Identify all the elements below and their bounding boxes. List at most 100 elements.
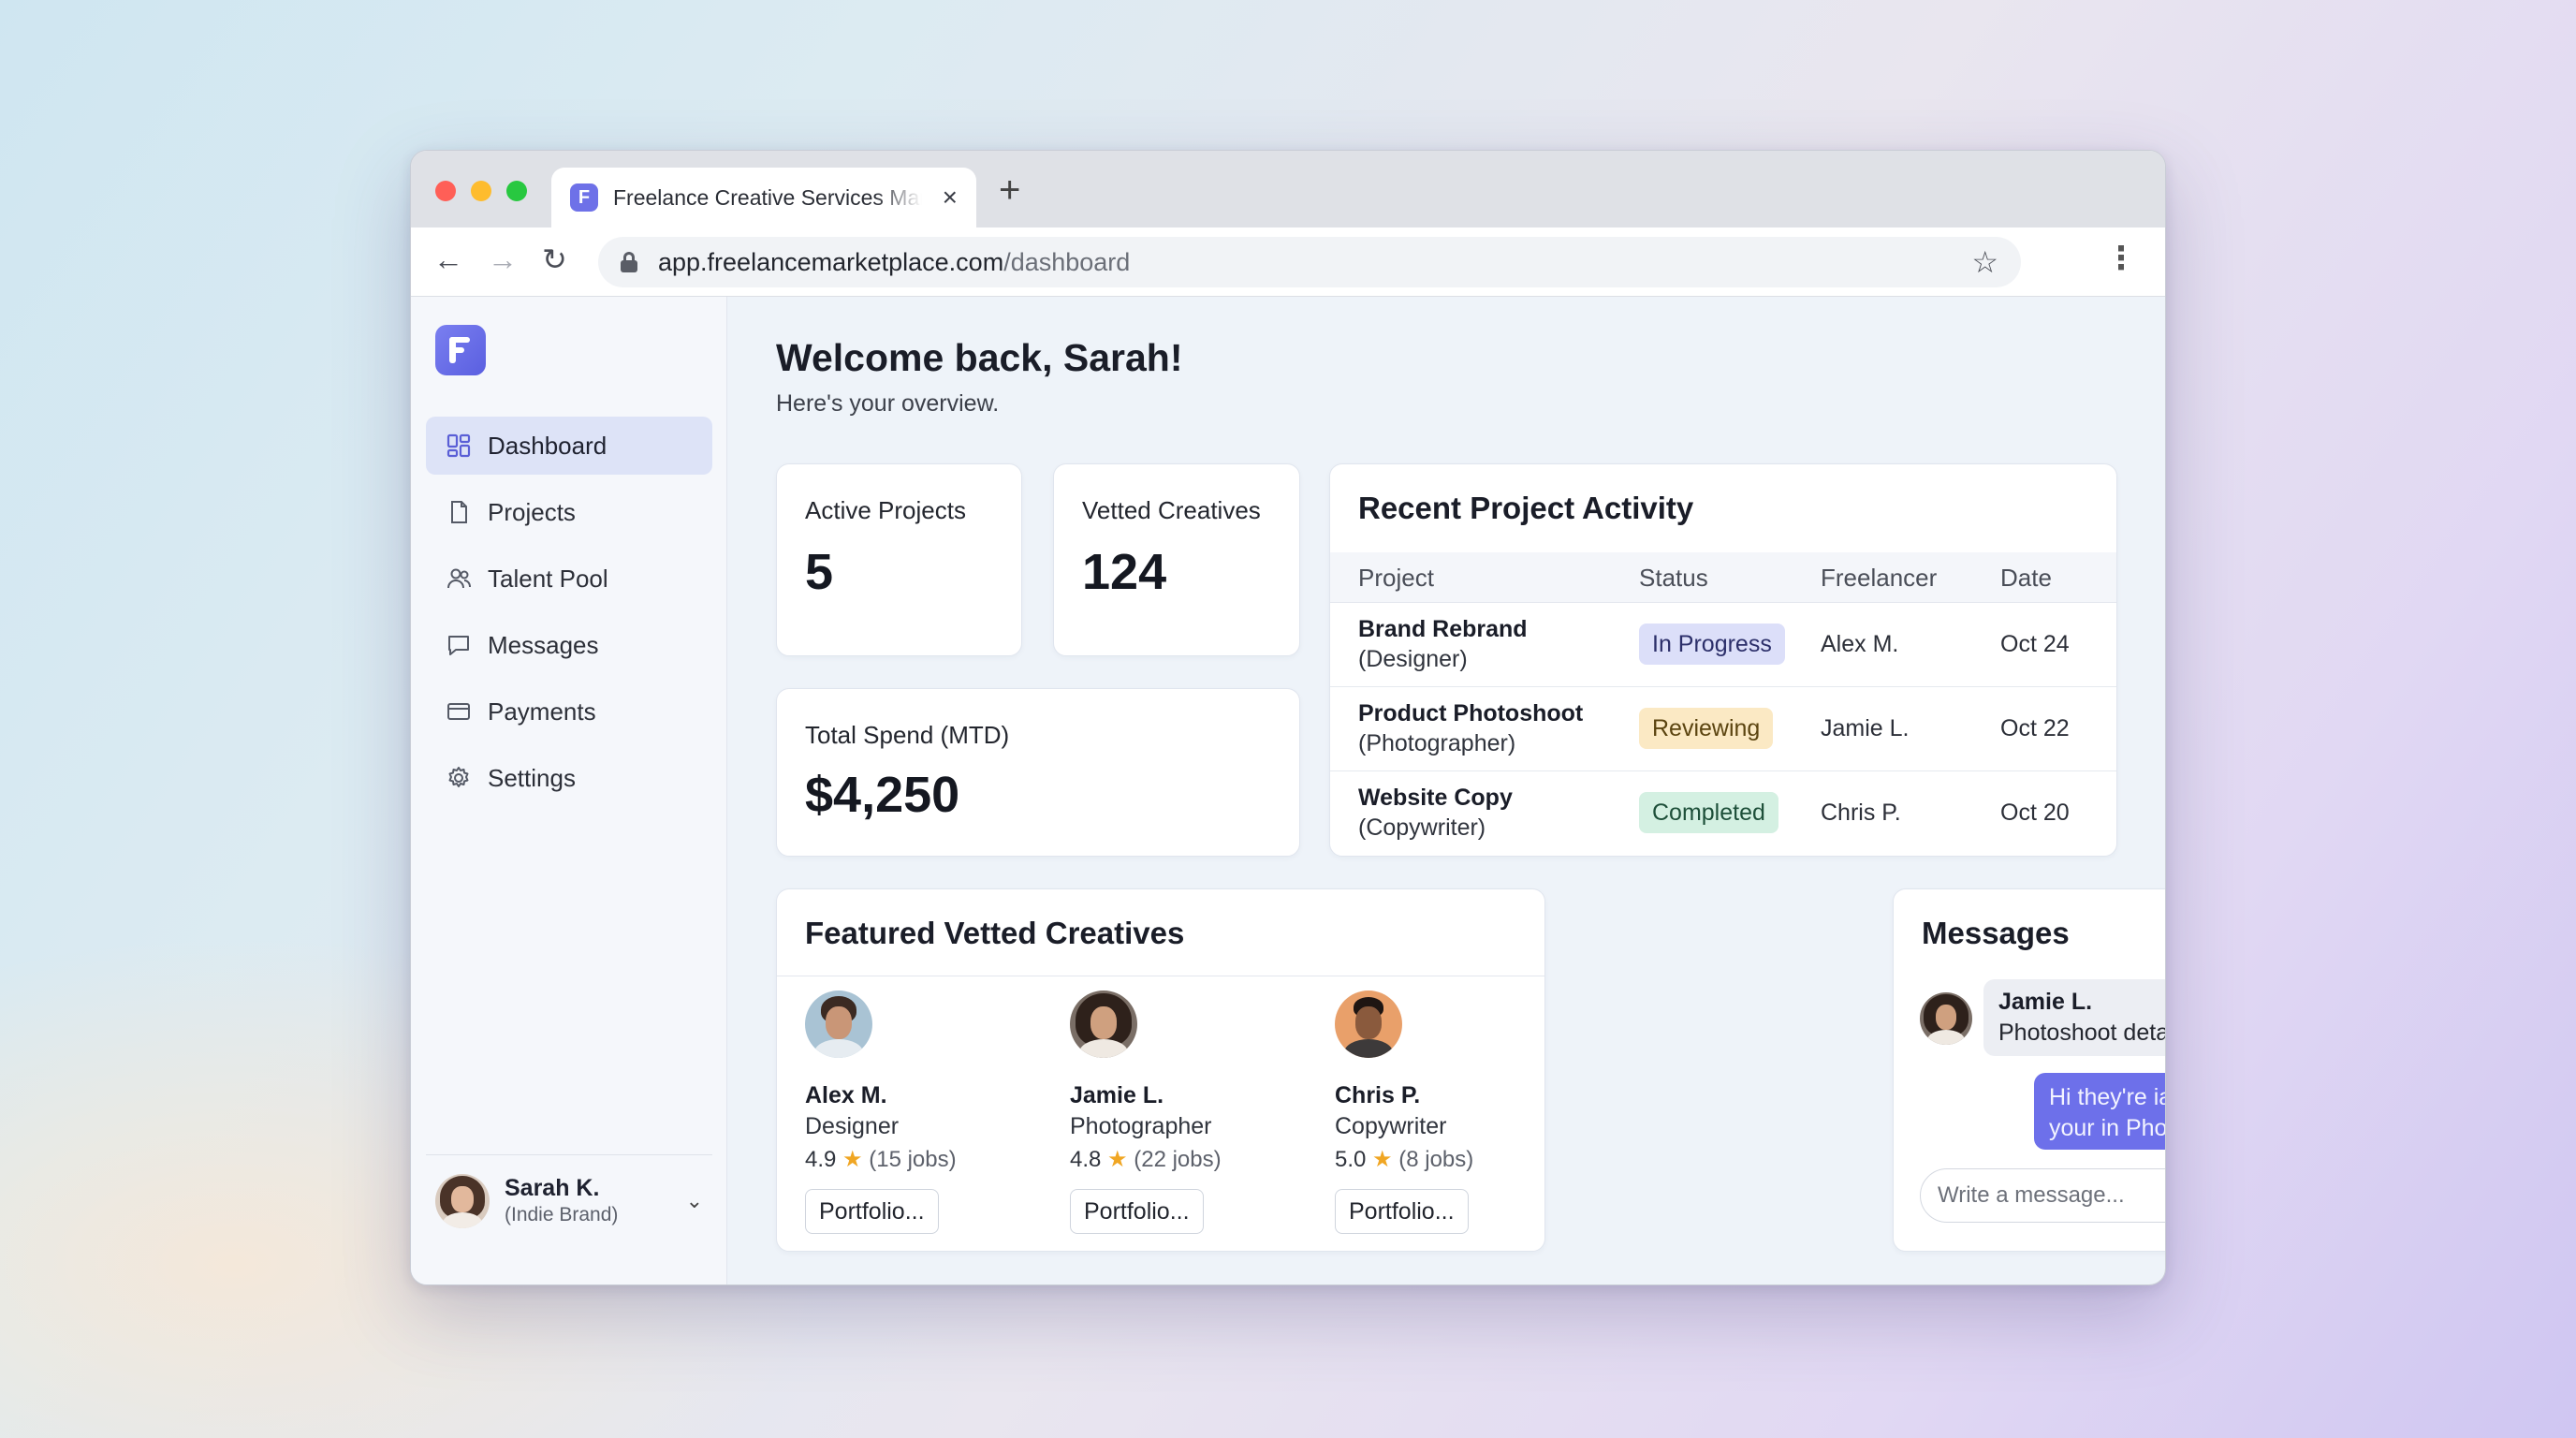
chat-bubble-icon bbox=[445, 631, 473, 659]
stat-value: 124 bbox=[1082, 544, 1167, 600]
bookmark-star-icon[interactable]: ☆ bbox=[1971, 244, 1998, 280]
sidebar-item-label: Talent Pool bbox=[488, 564, 608, 593]
tab-title: Freelance Creative Services Marketplace bbox=[613, 184, 922, 210]
star-icon: ★ bbox=[1372, 1147, 1393, 1172]
creative-name: Jamie L. bbox=[1070, 1082, 1164, 1108]
sidebar-nav: Dashboard Projects Talent Pool Messages … bbox=[426, 417, 712, 815]
browser-toolbar: ← → ↻ app.freelancemarketplace.com/dashb… bbox=[411, 227, 2165, 297]
favicon-icon: F bbox=[570, 183, 598, 212]
status-badge: Completed bbox=[1639, 792, 1778, 833]
column-header-date[interactable]: Date bbox=[2000, 564, 2052, 593]
creative-card-chris: Chris P. Copywriter 5.0 ★ (8 jobs) Portf… bbox=[1335, 990, 1578, 1243]
user-subtitle: (Indie Brand) bbox=[505, 1204, 619, 1225]
dashboard-icon bbox=[445, 432, 473, 460]
minimize-window-button[interactable] bbox=[471, 181, 491, 201]
forward-arrow-icon[interactable]: → bbox=[488, 244, 518, 274]
close-window-button[interactable] bbox=[435, 181, 456, 201]
stat-card-vetted-creatives[interactable]: Vetted Creatives 124 bbox=[1053, 463, 1300, 656]
avatar bbox=[805, 990, 872, 1058]
portfolio-button[interactable]: Portfolio... bbox=[1335, 1189, 1469, 1234]
browser-menu-icon[interactable]: ⋮ bbox=[2105, 242, 2137, 274]
column-header-freelancer[interactable]: Freelancer bbox=[1821, 564, 1937, 593]
browser-tab[interactable]: F Freelance Creative Services Marketplac… bbox=[551, 168, 976, 227]
url-path: /dashboard bbox=[1003, 247, 1131, 276]
messages-card: Messages ••• Jamie L. Photoshoot details… bbox=[1893, 888, 2165, 1252]
sidebar-item-payments[interactable]: Payments bbox=[426, 682, 712, 741]
close-tab-icon[interactable]: × bbox=[943, 184, 958, 211]
message-sender: Jamie L. bbox=[1998, 989, 2093, 1015]
activity-date: Oct 24 bbox=[2000, 631, 2070, 657]
sidebar-item-talent-pool[interactable]: Talent Pool bbox=[426, 550, 712, 608]
creative-role: Copywriter bbox=[1335, 1113, 1447, 1139]
column-header-project[interactable]: Project bbox=[1358, 564, 1434, 593]
card-title: Messages bbox=[1922, 916, 2070, 950]
maximize-window-button[interactable] bbox=[506, 181, 527, 201]
main-content: Welcome back, Sarah! Here's your overvie… bbox=[728, 297, 2165, 1284]
table-header: Project Status Freelancer Date bbox=[1330, 552, 2116, 603]
stat-label: Vetted Creatives bbox=[1082, 496, 1261, 524]
job-count: (15 jobs) bbox=[869, 1147, 957, 1172]
card-title: Featured Vetted Creatives bbox=[805, 916, 1185, 950]
stat-card-total-spend[interactable]: Total Spend (MTD) $4,250 bbox=[776, 688, 1300, 857]
gear-icon bbox=[445, 764, 473, 792]
credit-card-icon bbox=[445, 697, 473, 726]
stat-card-active-projects[interactable]: Active Projects 5 bbox=[776, 463, 1022, 656]
message-text: Photoshoot details bbox=[1998, 1020, 2165, 1046]
sidebar-item-dashboard[interactable]: Dashboard bbox=[426, 417, 712, 475]
page-title: Welcome back, Sarah! bbox=[776, 336, 1183, 379]
card-title: Recent Project Activity bbox=[1358, 491, 1694, 525]
project-name: Product Photoshoot bbox=[1358, 700, 1584, 726]
incoming-message[interactable]: Jamie L. Photoshoot details bbox=[1983, 979, 2165, 1056]
reload-icon[interactable]: ↻ bbox=[542, 244, 567, 274]
activity-date: Oct 20 bbox=[2000, 800, 2070, 826]
portfolio-button[interactable]: Portfolio... bbox=[805, 1189, 939, 1234]
back-arrow-icon[interactable]: ← bbox=[433, 244, 463, 274]
sidebar-item-label: Settings bbox=[488, 763, 576, 792]
job-count: (8 jobs) bbox=[1398, 1147, 1474, 1172]
project-role: (Copywriter) bbox=[1358, 814, 1486, 841]
user-menu[interactable]: Sarah K. (Indie Brand) ⌄ bbox=[426, 1154, 712, 1246]
tab-bar: F Freelance Creative Services Marketplac… bbox=[411, 151, 2165, 227]
creative-card-jamie: Jamie L. Photographer 4.8 ★ (22 jobs) Po… bbox=[1070, 990, 1313, 1243]
message-input[interactable] bbox=[1920, 1168, 2165, 1223]
app-logo[interactable] bbox=[435, 325, 486, 375]
sidebar-item-messages[interactable]: Messages bbox=[426, 616, 712, 674]
rating-value: 4.8 bbox=[1070, 1147, 1102, 1172]
freelancer-name: Chris P. bbox=[1821, 800, 1901, 826]
featured-creatives-card: Featured Vetted Creatives Alex M. Design… bbox=[776, 888, 1545, 1252]
rating-value: 5.0 bbox=[1335, 1147, 1367, 1172]
sidebar-item-projects[interactable]: Projects bbox=[426, 483, 712, 541]
creative-card-alex: Alex M. Designer 4.9 ★ (15 jobs) Portfol… bbox=[805, 990, 1048, 1243]
job-count: (22 jobs) bbox=[1134, 1147, 1222, 1172]
table-row[interactable]: Website Copy (Copywriter) Completed Chri… bbox=[1330, 771, 2116, 856]
rating-value: 4.9 bbox=[805, 1147, 837, 1172]
stat-label: Total Spend (MTD) bbox=[805, 721, 1010, 749]
table-row[interactable]: Product Photoshoot (Photographer) Review… bbox=[1330, 687, 2116, 771]
app: Dashboard Projects Talent Pool Messages … bbox=[411, 297, 2165, 1284]
creative-name: Alex M. bbox=[805, 1082, 887, 1108]
recent-activity-card: Recent Project Activity Project Status F… bbox=[1329, 463, 2117, 857]
address-bar[interactable]: app.freelancemarketplace.com/dashboard ☆ bbox=[598, 237, 2021, 287]
sidebar-item-label: Dashboard bbox=[488, 431, 607, 460]
creative-role: Photographer bbox=[1070, 1113, 1212, 1139]
creative-rating: 4.8 ★ (22 jobs) bbox=[1070, 1146, 1222, 1173]
stat-value: 5 bbox=[805, 544, 834, 600]
table-row[interactable]: Brand Rebrand (Designer) In Progress Ale… bbox=[1330, 603, 2116, 687]
plus-icon[interactable]: + bbox=[999, 171, 1020, 209]
freelancer-name: Jamie L. bbox=[1821, 715, 1910, 741]
project-role: (Designer) bbox=[1358, 646, 1468, 672]
page-subtitle: Here's your overview. bbox=[776, 390, 1000, 417]
browser-window: F Freelance Creative Services Marketplac… bbox=[410, 150, 2166, 1285]
sidebar-item-label: Projects bbox=[488, 497, 576, 526]
avatar bbox=[1920, 992, 1972, 1045]
outgoing-message[interactable]: Hi they're iael that can id irwith your … bbox=[2034, 1073, 2165, 1150]
sidebar-item-settings[interactable]: Settings bbox=[426, 749, 712, 807]
creative-rating: 4.9 ★ (15 jobs) bbox=[805, 1146, 957, 1173]
portfolio-button[interactable]: Portfolio... bbox=[1070, 1189, 1204, 1234]
lock-icon bbox=[621, 252, 637, 272]
avatar bbox=[1070, 990, 1137, 1058]
status-badge: In Progress bbox=[1639, 624, 1785, 665]
creative-name: Chris P. bbox=[1335, 1082, 1421, 1108]
chevron-down-icon[interactable]: ⌄ bbox=[686, 1189, 703, 1213]
column-header-status[interactable]: Status bbox=[1639, 564, 1708, 593]
